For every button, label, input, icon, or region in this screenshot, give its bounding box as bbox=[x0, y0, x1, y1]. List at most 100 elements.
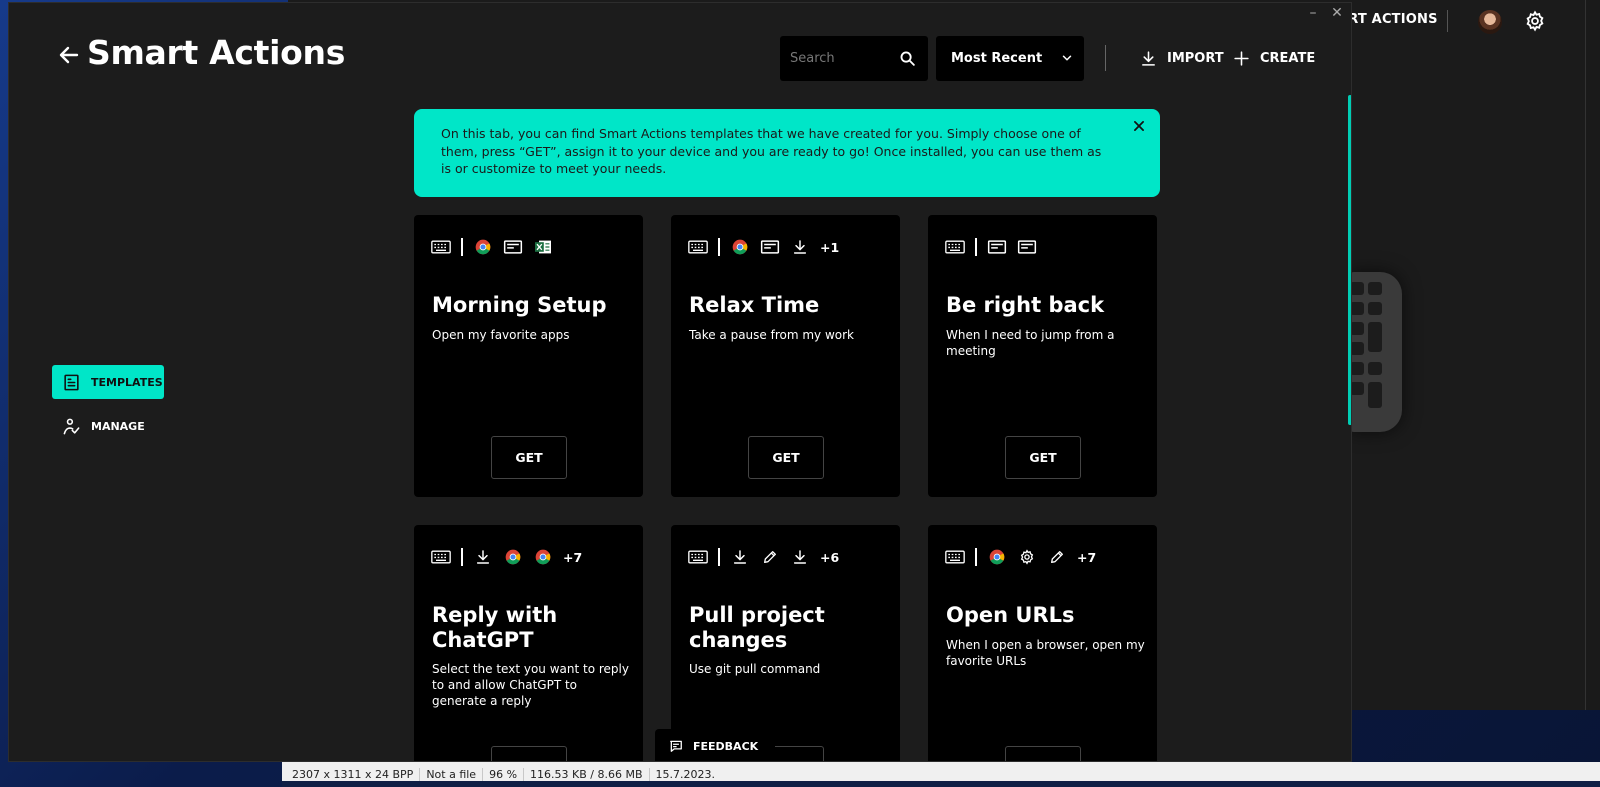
feedback-label: FEEDBACK bbox=[693, 739, 759, 753]
card-description: Use git pull command bbox=[689, 662, 821, 676]
page-title: Smart Actions bbox=[87, 33, 346, 72]
search-input[interactable] bbox=[790, 36, 894, 81]
chrome-icon bbox=[535, 549, 551, 565]
icon-separator bbox=[718, 548, 720, 566]
window-icon bbox=[1017, 240, 1037, 254]
download-icon bbox=[476, 550, 490, 564]
keyboard-icon bbox=[945, 550, 965, 564]
sidebar-item-templates[interactable]: TEMPLATES bbox=[52, 365, 164, 399]
card-title: Open URLs bbox=[946, 603, 1075, 627]
scrollbar-thumb[interactable] bbox=[1348, 95, 1351, 425]
chevron-down-icon bbox=[1062, 55, 1072, 61]
sidebar-item-label: TEMPLATES bbox=[91, 375, 163, 389]
get-button[interactable]: GET bbox=[1005, 436, 1081, 479]
card-action-icons: +1 bbox=[688, 238, 839, 256]
card-action-icons: +6 bbox=[688, 548, 839, 566]
info-banner: On this tab, you can find Smart Actions … bbox=[414, 109, 1160, 197]
sidebar-item-manage[interactable]: MANAGE bbox=[52, 409, 164, 443]
more-actions-count: +7 bbox=[563, 549, 583, 565]
plus-icon bbox=[1234, 50, 1249, 66]
keyboard-icon bbox=[688, 550, 708, 564]
template-card: +1 Relax Time Take a pause from my work … bbox=[671, 215, 900, 497]
pencil-icon bbox=[764, 551, 776, 563]
keyboard-icon bbox=[945, 240, 965, 254]
chrome-icon bbox=[732, 239, 748, 255]
import-button[interactable]: IMPORT bbox=[1140, 47, 1224, 69]
close-window-button[interactable]: ✕ bbox=[1329, 5, 1345, 21]
more-actions-count: +6 bbox=[820, 549, 840, 565]
window-icon bbox=[503, 240, 523, 254]
sort-dropdown[interactable]: Most Recent bbox=[936, 36, 1084, 81]
card-description: Take a pause from my work bbox=[689, 328, 854, 342]
template-card: Be right back When I need to jump from a… bbox=[928, 215, 1157, 497]
background-app-title: ART ACTIONS bbox=[1338, 12, 1438, 27]
minimize-button[interactable]: – bbox=[1305, 5, 1321, 21]
download-icon bbox=[733, 550, 747, 564]
icon-separator bbox=[975, 238, 977, 256]
gear-icon[interactable] bbox=[1524, 10, 1546, 32]
icon-separator bbox=[718, 238, 720, 256]
scrollbar[interactable] bbox=[1348, 95, 1351, 755]
template-card: +7 Open URLs When I open a browser, open… bbox=[928, 525, 1157, 761]
card-description: Select the text you want to reply to and… bbox=[432, 662, 629, 708]
feedback-button[interactable]: FEEDBACK bbox=[655, 729, 775, 761]
gear-icon bbox=[1020, 549, 1034, 565]
chrome-icon bbox=[505, 549, 521, 565]
download-icon bbox=[793, 550, 807, 564]
status-date: 15.7.2023. bbox=[655, 768, 715, 781]
taskbar bbox=[282, 781, 1600, 787]
sidebar-item-label: MANAGE bbox=[91, 419, 145, 433]
chrome-icon bbox=[475, 239, 491, 255]
window-icon bbox=[987, 240, 1007, 254]
get-button[interactable]: GET bbox=[491, 436, 567, 479]
card-action-icons: +7 bbox=[431, 548, 582, 566]
pencil-icon bbox=[1051, 551, 1063, 563]
card-title: Pull project changes bbox=[689, 603, 825, 652]
excel-icon bbox=[535, 240, 551, 254]
banner-text: On this tab, you can find Smart Actions … bbox=[441, 126, 1102, 176]
template-card: +6 Pull project changes Use git pull com… bbox=[671, 525, 900, 761]
window-icon bbox=[760, 240, 780, 254]
background-divider bbox=[1447, 10, 1448, 32]
icon-separator bbox=[461, 238, 463, 256]
keyboard-icon bbox=[688, 240, 708, 254]
card-title: Morning Setup bbox=[432, 293, 607, 317]
status-dimensions: 2307 x 1311 x 24 BPP bbox=[286, 768, 421, 781]
keyboard-icon bbox=[431, 550, 451, 564]
create-button[interactable]: CREATE bbox=[1233, 47, 1315, 69]
import-label: IMPORT bbox=[1167, 50, 1224, 66]
keyboard-icon bbox=[431, 240, 451, 254]
card-description: When I need to jump from a meeting bbox=[946, 328, 1115, 358]
card-title: Relax Time bbox=[689, 293, 820, 317]
search-box[interactable] bbox=[780, 36, 928, 81]
more-actions-count: +1 bbox=[820, 239, 840, 255]
avatar[interactable] bbox=[1478, 10, 1502, 34]
card-description: When I open a browser, open my favorite … bbox=[946, 638, 1145, 668]
status-zoom: 96 % bbox=[483, 768, 525, 781]
feedback-icon bbox=[670, 740, 682, 752]
download-icon bbox=[793, 240, 807, 254]
card-title: Be right back bbox=[946, 293, 1105, 317]
get-button[interactable]: GET bbox=[1005, 746, 1081, 761]
smart-actions-window: – ✕ Smart Actions Most Recent IMPORT CRE… bbox=[8, 2, 1352, 762]
back-arrow-icon[interactable] bbox=[57, 43, 81, 67]
chrome-icon bbox=[989, 549, 1005, 565]
import-icon bbox=[1142, 50, 1155, 66]
sort-selected-value: Most Recent bbox=[951, 51, 1043, 66]
icon-separator bbox=[975, 548, 977, 566]
get-button[interactable]: GET bbox=[748, 436, 824, 479]
get-button[interactable]: GET bbox=[491, 746, 567, 761]
status-size: 116.53 KB / 8.66 MB bbox=[524, 768, 650, 781]
card-description: Open my favorite apps bbox=[432, 328, 570, 342]
template-card: +7 Reply with ChatGPT Select the text yo… bbox=[414, 525, 643, 761]
icon-separator bbox=[461, 548, 463, 566]
template-card: Morning Setup Open my favorite apps GET bbox=[414, 215, 643, 497]
card-action-icons: +7 bbox=[945, 548, 1096, 566]
card-action-icons bbox=[431, 238, 563, 256]
background-window-edge bbox=[1585, 0, 1600, 710]
card-action-icons bbox=[945, 238, 1047, 256]
close-icon[interactable] bbox=[1132, 119, 1146, 133]
status-file: Not a file bbox=[420, 768, 484, 781]
search-icon[interactable] bbox=[899, 50, 916, 67]
templates-icon bbox=[64, 374, 79, 390]
